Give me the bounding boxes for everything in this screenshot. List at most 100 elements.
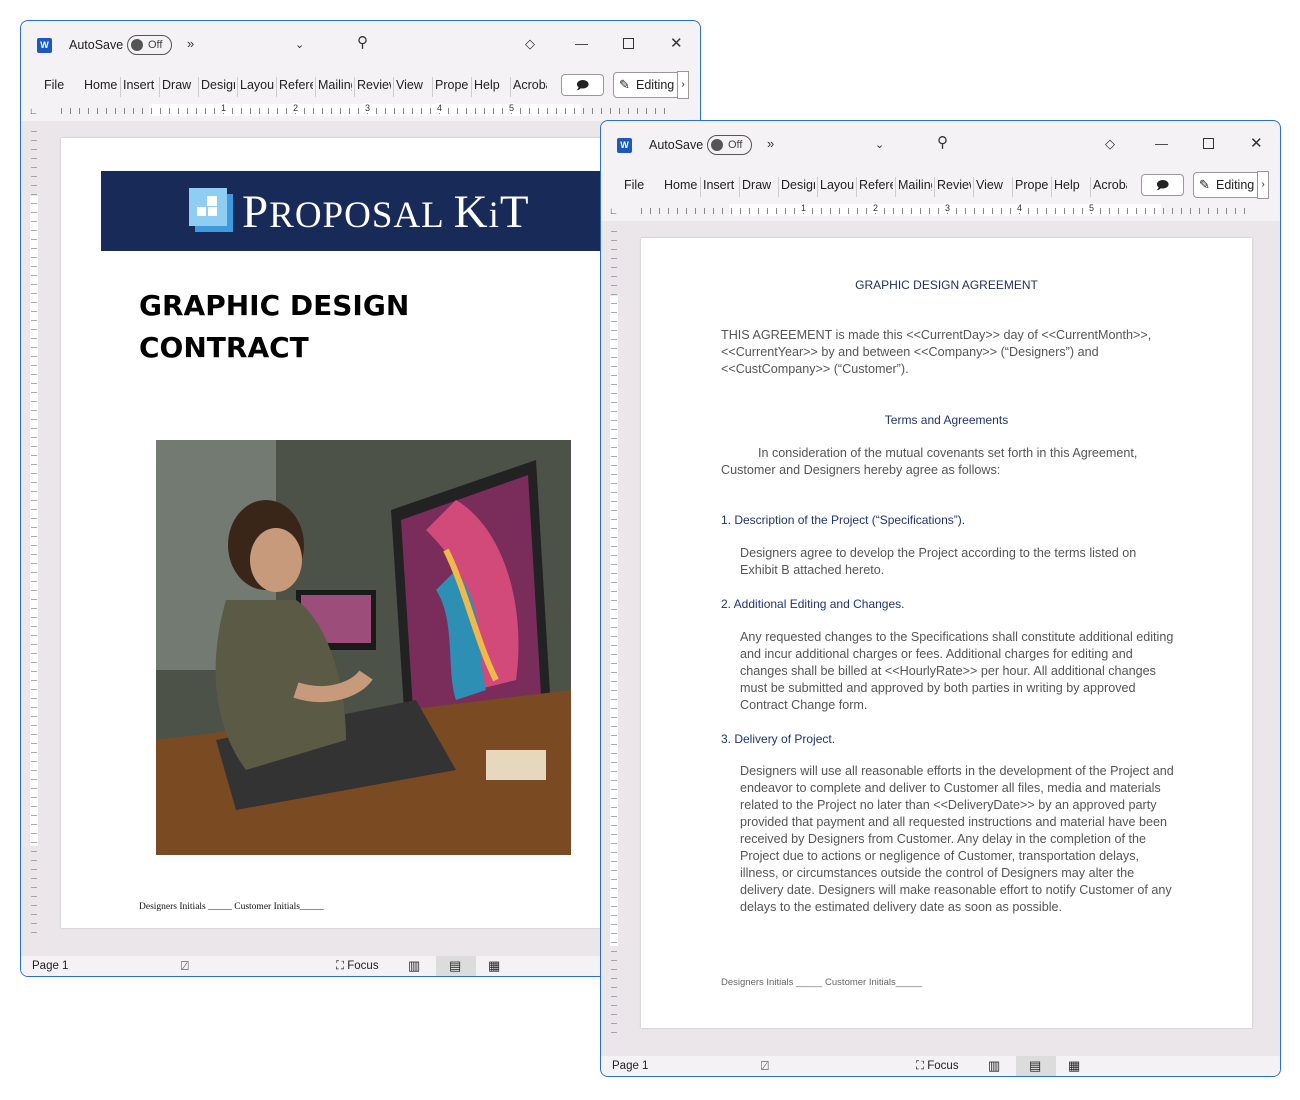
print-layout-icon[interactable]: ▤ [1029,1058,1041,1074]
tab-properties[interactable]: Properties [1015,178,1049,192]
tab-help[interactable]: Help [474,78,508,92]
ruler-number: 3 [944,203,952,213]
tab-view[interactable]: View [976,178,1010,192]
autosave-state: Off [728,139,743,151]
close-icon[interactable]: ✕ [670,34,683,52]
terms-heading: Terms and Agreements [884,413,1009,427]
tab-separator [471,77,472,97]
close-icon[interactable]: ✕ [1250,134,1263,152]
diamond-premium-icon[interactable]: ◇ [1105,136,1115,152]
read-mode-icon[interactable]: ▥ [988,1058,1000,1074]
accessibility-icon[interactable]: ⍁ [761,1058,769,1074]
focus-button[interactable]: ⛶ Focus [336,960,379,973]
vertical-ruler-ticks [611,231,617,1041]
ruler-number: 4 [436,103,444,113]
ribbon-expand-button[interactable]: › [677,71,689,99]
tab-mailings[interactable]: Mailings [898,178,932,192]
autosave-label: AutoSave [69,38,124,52]
tab-home[interactable]: Home [664,178,698,192]
read-mode-icon[interactable]: ▥ [408,958,420,974]
tab-separator [817,177,818,197]
tab-view[interactable]: View [396,78,430,92]
tab-file[interactable]: File [624,178,654,192]
more-commands-icon[interactable]: » [187,36,194,51]
pencil-icon: ✎ [619,77,630,92]
status-bar: Page 1 ⍁ ⛶ Focus ▥ ▤ ▦ [601,1056,1280,1076]
designer-photo [156,440,571,855]
tab-draw[interactable]: Draw [162,78,196,92]
editing-mode-button[interactable]: ✎ Editing [613,72,687,98]
page-number[interactable]: Page 1 [612,1060,648,1072]
proposal-kit-wordmark: PROPOSAL KiT [242,186,530,238]
comment-icon: 🗩 [1155,178,1170,192]
ruler-number: 5 [508,103,516,113]
section-heading: 1. Description of the Project (“Specific… [721,513,966,527]
tab-draw[interactable]: Draw [742,178,776,192]
tab-layout[interactable]: Layout [820,178,854,192]
tab-separator [159,77,160,97]
tab-selector-icon[interactable]: ∟ [29,106,38,116]
tab-separator [510,77,511,97]
word-logo-icon: W [37,38,52,53]
tab-separator [432,77,433,97]
tab-acrobat[interactable]: Acrobat [1093,178,1127,192]
minimize-icon[interactable]: — [1155,136,1168,151]
document-page[interactable]: PROPOSAL KiT GRAPHIC DESIGN CONTRACT Desi… [61,138,672,928]
tab-mailings[interactable]: Mailings [318,78,352,92]
tab-insert[interactable]: Insert [703,178,737,192]
autosave-toggle[interactable]: Off [707,135,752,155]
tab-insert[interactable]: Insert [123,78,157,92]
tab-review[interactable]: Review [937,178,971,192]
chevron-down-icon[interactable]: ⌄ [295,38,304,51]
print-layout-icon[interactable]: ▤ [449,958,461,974]
tab-layout[interactable]: Layout [240,78,274,92]
tab-acrobat[interactable]: Acrobat [513,78,547,92]
search-icon[interactable]: ⚲ [357,33,368,51]
tab-selector-icon[interactable]: ∟ [609,206,618,216]
tab-home[interactable]: Home [84,78,118,92]
tab-separator [934,177,935,197]
tab-separator [237,77,238,97]
ruler-number: 4 [1016,203,1024,213]
web-layout-icon[interactable]: ▦ [1068,1058,1080,1074]
web-layout-icon[interactable]: ▦ [488,958,500,974]
tab-separator [1051,177,1052,197]
tab-review[interactable]: Review [357,78,391,92]
tab-help[interactable]: Help [1054,178,1088,192]
focus-label: Focus [347,960,379,972]
ruler-number: 5 [1088,203,1096,213]
tab-separator [1012,177,1013,197]
comments-button[interactable]: 🗩 [561,74,604,96]
diamond-premium-icon[interactable]: ◇ [525,36,535,52]
ruler-number: 2 [292,103,300,113]
initials-line: Designers Initials _____ Customer Initia… [139,902,324,912]
tab-file[interactable]: File [44,78,74,92]
document-page[interactable]: GRAPHIC DESIGN AGREEMENT THIS AGREEMENT … [641,238,1252,1028]
ribbon-expand-button[interactable]: › [1257,171,1269,199]
tab-properties[interactable]: Properties [435,78,469,92]
tab-separator [1090,177,1091,197]
tab-design[interactable]: Design [781,178,815,192]
tab-references[interactable]: References [279,78,313,92]
autosave-toggle[interactable]: Off [127,35,172,55]
minimize-icon[interactable]: — [575,36,588,51]
maximize-icon[interactable] [623,38,634,49]
section-body: Designers will use all reasonable effort… [740,764,1174,914]
search-icon[interactable]: ⚲ [937,133,948,151]
maximize-icon[interactable] [1203,138,1214,149]
tab-separator [276,77,277,97]
ruler-number: 2 [872,203,880,213]
chevron-down-icon[interactable]: ⌄ [875,138,884,151]
editing-mode-button[interactable]: ✎ Editing [1193,172,1267,198]
tab-separator [778,177,779,197]
tab-separator [739,177,740,197]
tab-design[interactable]: Design [201,78,235,92]
accessibility-icon[interactable]: ⍁ [181,958,189,974]
tab-references[interactable]: References [859,178,893,192]
section-heading: 2. Additional Editing and Changes. [721,597,905,611]
page-number[interactable]: Page 1 [32,960,68,972]
title-bar: W AutoSave Off » ⌄ ⚲ ◇ — ✕ [21,21,700,67]
focus-button[interactable]: ⛶ Focus [916,1060,959,1073]
more-commands-icon[interactable]: » [767,136,774,151]
comments-button[interactable]: 🗩 [1141,174,1184,196]
